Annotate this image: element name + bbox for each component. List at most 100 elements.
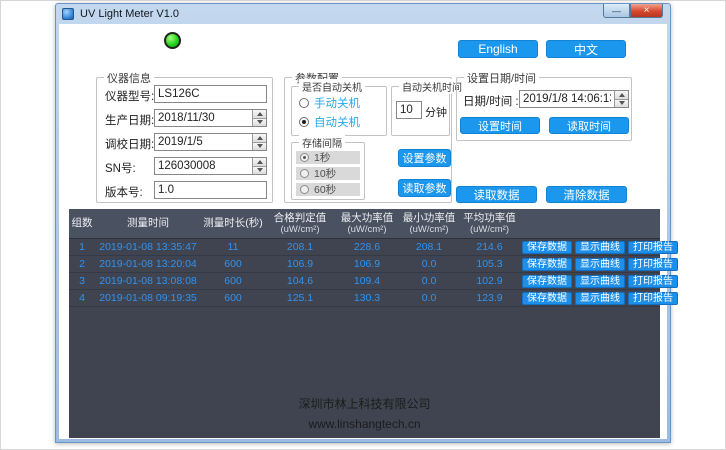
manual-off-radio[interactable]: 手动关机 <box>299 95 360 111</box>
read-time-button[interactable]: 读取时间 <box>549 117 629 134</box>
radio-icon <box>300 153 309 162</box>
model-label: 仪器型号: <box>105 88 154 104</box>
version-label: 版本号: <box>105 184 143 200</box>
company-website: www.linshangtech.cn <box>69 417 660 431</box>
spinner-up-button[interactable] <box>614 91 628 99</box>
auto-off-label: 自动关机 <box>314 114 360 130</box>
cell-qualified: 208.1 <box>265 241 335 253</box>
cell-actions: 保存数据 显示曲线 打印报告 <box>520 258 660 271</box>
show-curve-button[interactable]: 显示曲线 <box>575 241 625 254</box>
minimize-button[interactable]: — <box>603 4 630 18</box>
show-curve-button[interactable]: 显示曲线 <box>575 258 625 271</box>
spinner-down-button[interactable] <box>252 142 266 151</box>
show-curve-button[interactable]: 显示曲线 <box>575 275 625 288</box>
spinner-down-button[interactable] <box>614 99 628 108</box>
table-row: 2 2019-01-08 13:20:04 600 106.9 106.9 0.… <box>69 256 660 273</box>
datetime-input[interactable] <box>520 91 614 107</box>
read-data-button[interactable]: 读取数据 <box>456 186 537 203</box>
titlebar[interactable]: UV Light Meter V1.0 <box>56 4 670 24</box>
auto-off-time-input[interactable] <box>397 102 421 118</box>
calibration-date-spinner <box>252 134 266 150</box>
auto-off-time-unit: 分钟 <box>425 104 447 120</box>
print-report-button[interactable]: 打印报告 <box>628 258 678 271</box>
version-field-wrap <box>154 181 267 199</box>
radio-icon <box>300 185 309 194</box>
model-input[interactable] <box>155 86 266 102</box>
set-params-button[interactable]: 设置参数 <box>398 149 451 167</box>
group-datetime-legend: 设置日期/时间 <box>464 70 539 86</box>
cell-actions: 保存数据 显示曲线 打印报告 <box>520 292 660 305</box>
spinner-down-button[interactable] <box>252 118 266 127</box>
table-row: 4 2019-01-08 09:19:35 600 125.1 130.3 0.… <box>69 290 660 307</box>
show-curve-button[interactable]: 显示曲线 <box>575 292 625 305</box>
save-data-button[interactable]: 保存数据 <box>522 241 572 254</box>
cell-actions: 保存数据 显示曲线 打印报告 <box>520 241 660 254</box>
col-header-qualified: 合格判定值(uW/cm²) <box>265 209 335 238</box>
cell-group: 4 <box>69 292 95 304</box>
group-auto-off: 是否自动关机 手动关机 自动关机 <box>291 86 387 136</box>
client-area: English 中文 仪器信息 仪器型号: 生产日期: 调校日期: <box>59 24 667 439</box>
spinner-down-button[interactable] <box>252 166 266 175</box>
cell-qualified: 125.1 <box>265 292 335 304</box>
app-icon <box>62 8 74 20</box>
measurement-panel: 组数 测量时间 测量时长(秒) 合格判定值(uW/cm²) 最大功率值(uW/c… <box>69 209 660 438</box>
group-device-info-legend: 仪器信息 <box>104 70 154 86</box>
interval-60s-radio[interactable]: 60秒 <box>296 183 360 196</box>
datetime-field-wrap <box>519 90 629 108</box>
sn-label: SN号: <box>105 160 136 176</box>
cell-min: 0.0 <box>399 275 459 287</box>
cell-min: 0.0 <box>399 258 459 270</box>
spinner-up-button[interactable] <box>252 134 266 142</box>
col-header-time: 测量时间 <box>95 209 201 238</box>
print-report-button[interactable]: 打印报告 <box>628 241 678 254</box>
interval-1s-label: 1秒 <box>314 150 330 165</box>
cell-avg: 214.6 <box>459 241 520 253</box>
english-language-button[interactable]: English <box>458 40 538 58</box>
col-header-duration: 测量时长(秒) <box>201 209 265 238</box>
radio-icon <box>300 169 309 178</box>
radio-icon <box>299 98 309 108</box>
calibration-date-input[interactable] <box>155 134 252 150</box>
cell-qualified: 104.6 <box>265 275 335 287</box>
sn-input[interactable] <box>155 158 252 174</box>
production-date-input[interactable] <box>155 110 252 126</box>
group-storage-interval-legend: 存储间隔 <box>299 135 345 150</box>
cell-avg: 102.9 <box>459 275 520 287</box>
spinner-up-button[interactable] <box>252 110 266 118</box>
auto-off-radio[interactable]: 自动关机 <box>299 114 360 130</box>
cell-time: 2019-01-08 13:08:08 <box>95 275 201 287</box>
auto-off-time-field-wrap <box>396 101 422 119</box>
print-report-button[interactable]: 打印报告 <box>628 275 678 288</box>
set-time-button[interactable]: 设置时间 <box>460 117 540 134</box>
production-date-spinner <box>252 110 266 126</box>
print-report-button[interactable]: 打印报告 <box>628 292 678 305</box>
datetime-label: 日期/时间 : <box>463 93 519 109</box>
clear-data-button[interactable]: 清除数据 <box>546 186 627 203</box>
group-storage-interval: 存储间隔 1秒 10秒 60秒 <box>291 142 365 200</box>
save-data-button[interactable]: 保存数据 <box>522 292 572 305</box>
cell-avg: 123.9 <box>459 292 520 304</box>
spinner-up-button[interactable] <box>252 158 266 166</box>
save-data-button[interactable]: 保存数据 <box>522 258 572 271</box>
cell-max: 106.9 <box>335 258 399 270</box>
status-light <box>164 32 181 49</box>
save-data-button[interactable]: 保存数据 <box>522 275 572 288</box>
group-auto-off-legend: 是否自动关机 <box>299 79 365 94</box>
version-input[interactable] <box>155 182 266 198</box>
cell-time: 2019-01-08 09:19:35 <box>95 292 201 304</box>
interval-1s-radio[interactable]: 1秒 <box>296 151 360 164</box>
window-title: UV Light Meter V1.0 <box>80 8 179 20</box>
datetime-spinner <box>614 91 628 107</box>
col-header-actions <box>520 209 660 238</box>
company-name: 深圳市林上科技有限公司 <box>69 395 660 412</box>
group-datetime: 设置日期/时间 日期/时间 : 设置时间 读取时间 <box>456 77 632 141</box>
read-params-button[interactable]: 读取参数 <box>398 179 451 197</box>
col-header-avg: 平均功率值(uW/cm²) <box>459 209 520 238</box>
table-row: 3 2019-01-08 13:08:08 600 104.6 109.4 0.… <box>69 273 660 290</box>
sn-field-wrap <box>154 157 267 175</box>
chinese-language-button[interactable]: 中文 <box>546 40 626 58</box>
col-header-min: 最小功率值(uW/cm²) <box>399 209 459 238</box>
interval-10s-radio[interactable]: 10秒 <box>296 167 360 180</box>
close-button[interactable]: × <box>630 4 663 18</box>
cell-duration: 600 <box>201 258 265 270</box>
